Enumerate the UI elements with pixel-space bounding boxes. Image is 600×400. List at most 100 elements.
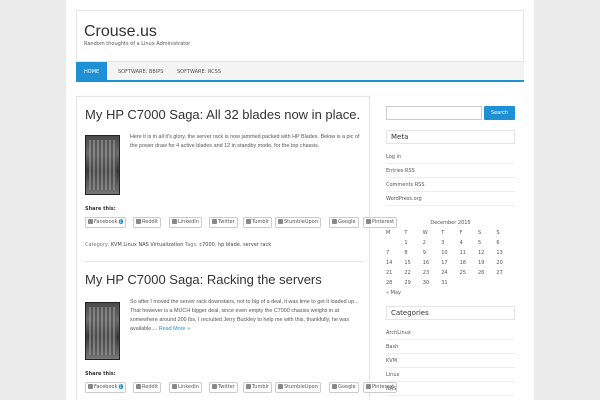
category-link[interactable]: NAS xyxy=(138,242,148,248)
tumblr-icon xyxy=(246,219,251,224)
share-count-badge: 1 xyxy=(118,384,124,389)
google-plus-icon xyxy=(332,384,337,389)
share-facebook-button[interactable]: Facebook 1 xyxy=(85,382,127,393)
calendar-day: 1 xyxy=(404,240,408,246)
tag-link[interactable]: server rack xyxy=(243,242,271,248)
calendar-weekday-header: T xyxy=(404,230,408,236)
share-facebook-button[interactable]: Facebook 1 xyxy=(85,217,127,228)
post-thumbnail[interactable] xyxy=(85,135,120,195)
post-excerpt: So after I moved the server rack downsta… xyxy=(130,299,359,332)
google-plus-icon xyxy=(332,219,337,224)
calendar-caption: December 2015 xyxy=(430,220,471,226)
twitter-icon xyxy=(212,219,217,224)
calendar-day: 5 xyxy=(478,240,482,246)
post-divider xyxy=(85,261,363,262)
category-link-nas[interactable]: NAS xyxy=(386,382,515,396)
calendar-day: 23 xyxy=(422,270,430,276)
nav-item-home[interactable]: HOME xyxy=(76,62,108,82)
linkedin-icon xyxy=(172,219,177,224)
stumbleupon-icon xyxy=(278,219,283,224)
category-link-linux[interactable]: Linux xyxy=(386,368,515,382)
facebook-icon xyxy=(88,219,93,224)
share-stumbleupon-button[interactable]: StumbleUpon xyxy=(275,382,321,393)
calendar-day: 31 xyxy=(441,280,448,286)
calendar-day: 20 xyxy=(496,260,503,266)
calendar-prev-link[interactable]: « May xyxy=(386,290,401,296)
search-button[interactable]: Search xyxy=(484,106,515,120)
category-link-kvm[interactable]: KVM xyxy=(386,354,515,368)
post-title[interactable]: My HP C7000 Saga: All 32 blades now in p… xyxy=(85,107,360,122)
calendar-weekday-header: S xyxy=(478,230,482,236)
tag-link[interactable]: c7000 xyxy=(199,242,214,248)
calendar-day: 4 xyxy=(459,240,463,246)
facebook-icon xyxy=(88,384,93,389)
post-excerpt: Here it is in all it's glory, the server… xyxy=(130,134,360,149)
calendar-day: 18 xyxy=(459,260,466,266)
site-title[interactable]: Crouse.us xyxy=(84,23,157,41)
calendar-day: 17 xyxy=(441,260,448,266)
calendar-weekday-header: W xyxy=(422,230,428,236)
stumbleupon-icon xyxy=(278,384,283,389)
meta-link-comments-rss[interactable]: Comments RSS xyxy=(386,178,515,192)
share-linkedin-button[interactable]: LinkedIn xyxy=(169,217,202,228)
category-link[interactable]: Linux xyxy=(123,242,136,248)
search-input[interactable] xyxy=(386,106,482,120)
calendar-day: 8 xyxy=(404,250,408,256)
share-google-button[interactable]: Google xyxy=(329,382,359,393)
calendar-day: 22 xyxy=(404,270,411,276)
share-linkedin-button[interactable]: LinkedIn xyxy=(169,382,202,393)
calendar-day: 6 xyxy=(496,240,500,246)
pinterest-icon xyxy=(366,384,371,389)
tag-link[interactable]: hp blade xyxy=(218,242,240,248)
share-count-badge: 1 xyxy=(118,219,124,224)
category-link-archlinux[interactable]: ArchLinux xyxy=(386,326,515,340)
calendar-weekday-header: M xyxy=(386,230,391,236)
post-meta: Category: KVM Linux NAS Virtualization T… xyxy=(85,242,272,248)
calendar-day: 26 xyxy=(478,270,485,276)
calendar-day: 11 xyxy=(459,250,466,256)
share-stumbleupon-button[interactable]: StumbleUpon xyxy=(275,217,321,228)
share-buttons: Facebook 1 Reddit LinkedIn Twitter Tumblr… xyxy=(85,382,405,393)
share-twitter-button[interactable]: Twitter xyxy=(209,217,238,228)
calendar-day: 16 xyxy=(422,260,430,266)
calendar-day: 28 xyxy=(386,280,393,286)
reddit-icon xyxy=(136,219,141,224)
meta-link-wordpress-org[interactable]: WordPress.org xyxy=(386,192,515,206)
calendar-day: 30 xyxy=(422,280,430,286)
share-label: Share this: xyxy=(85,371,116,377)
pinterest-icon xyxy=(366,219,371,224)
calendar-day: 15 xyxy=(404,260,411,266)
share-tumblr-button[interactable]: Tumblr xyxy=(243,217,272,228)
share-buttons: Facebook 1 Reddit LinkedIn Twitter Tumblr… xyxy=(85,217,405,228)
calendar-day: 24 xyxy=(441,270,448,276)
share-reddit-button[interactable]: Reddit xyxy=(133,382,162,393)
share-twitter-button[interactable]: Twitter xyxy=(209,382,238,393)
twitter-icon xyxy=(212,384,217,389)
reddit-icon xyxy=(136,384,141,389)
categories-widget-title: Categories xyxy=(386,306,515,320)
category-link[interactable]: KVM xyxy=(111,242,122,248)
post-title[interactable]: My HP C7000 Saga: Racking the servers xyxy=(85,272,322,287)
share-google-button[interactable]: Google xyxy=(329,217,359,228)
share-reddit-button[interactable]: Reddit xyxy=(133,217,162,228)
meta-link-login[interactable]: Log in xyxy=(386,150,515,164)
nav-item-software-rcss[interactable]: SOFTWARE: RCSS xyxy=(169,62,229,82)
calendar-day: 29 xyxy=(404,280,411,286)
calendar-weekday-header: S xyxy=(496,230,500,236)
nav-item-software-bbips[interactable]: SOFTWARE: BBIPS xyxy=(110,62,171,82)
calendar-day: 25 xyxy=(459,270,466,276)
calendar-day: 27 xyxy=(496,270,503,276)
page: Crouse.us Random thoughts of a Linux Adm… xyxy=(66,0,534,400)
calendar-day: 19 xyxy=(478,260,485,266)
read-more-link[interactable]: Read More » xyxy=(159,326,190,332)
post-thumbnail[interactable] xyxy=(85,302,120,360)
category-link-bash[interactable]: Bash xyxy=(386,340,515,354)
site-description: Random thoughts of a Linux Administrator xyxy=(84,41,191,47)
meta-link-entries-rss[interactable]: Entries RSS xyxy=(386,164,515,178)
share-tumblr-button[interactable]: Tumblr xyxy=(243,382,272,393)
calendar-day: 9 xyxy=(422,250,426,256)
calendar-day: 13 xyxy=(496,250,503,256)
share-label: Share this: xyxy=(85,206,116,212)
site-header: Crouse.us Random thoughts of a Linux Adm… xyxy=(76,10,524,62)
category-link[interactable]: Virtualization xyxy=(150,242,183,248)
